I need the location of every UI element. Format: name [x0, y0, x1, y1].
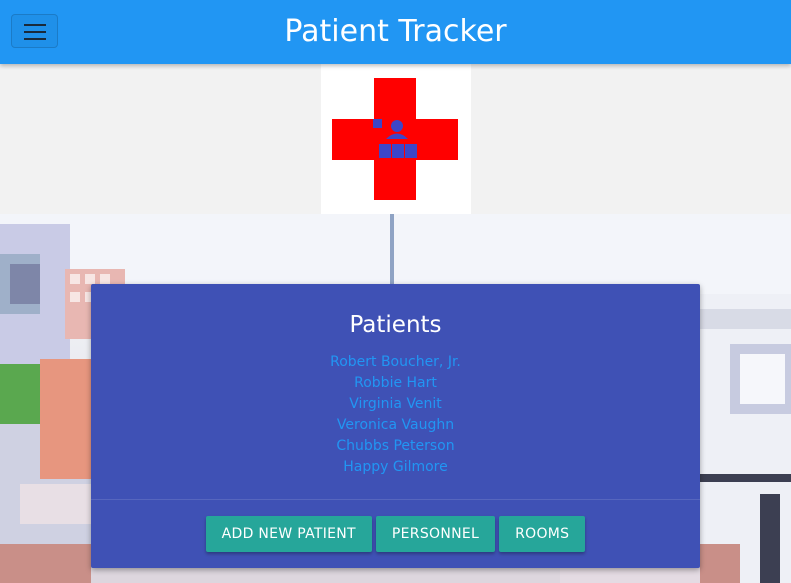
- patient-link[interactable]: Happy Gilmore: [343, 459, 448, 475]
- list-item: Happy Gilmore: [91, 455, 700, 476]
- red-cross-icon: [332, 78, 458, 200]
- add-new-patient-button[interactable]: ADD NEW PATIENT: [205, 516, 372, 552]
- logo-band: [0, 64, 791, 214]
- card-title: Patients: [349, 312, 442, 338]
- list-item: Robert Boucher, Jr.: [91, 350, 700, 371]
- patient-link[interactable]: Chubbs Peterson: [336, 438, 454, 454]
- patient-list: Robert Boucher, Jr. Robbie Hart Virginia…: [91, 350, 700, 476]
- patient-link[interactable]: Veronica Vaughn: [337, 417, 454, 433]
- red-cross-logo: [321, 64, 471, 214]
- card-actions: ADD NEW PATIENT PERSONNEL ROOMS: [91, 516, 700, 552]
- list-item: Virginia Venit: [91, 392, 700, 413]
- list-item: Robbie Hart: [91, 371, 700, 392]
- patient-link[interactable]: Virginia Venit: [349, 396, 442, 412]
- personnel-button[interactable]: PERSONNEL: [375, 516, 496, 552]
- top-navbar: Patient Tracker: [0, 0, 791, 64]
- list-item: Veronica Vaughn: [91, 413, 700, 434]
- rooms-button[interactable]: ROOMS: [499, 516, 586, 552]
- app-title: Patient Tracker: [284, 14, 507, 49]
- patient-link[interactable]: Robbie Hart: [354, 375, 437, 391]
- card-divider: [91, 499, 700, 500]
- list-item: Chubbs Peterson: [91, 434, 700, 455]
- patients-card: Patients Robert Boucher, Jr. Robbie Hart…: [91, 284, 700, 568]
- patient-link[interactable]: Robert Boucher, Jr.: [330, 354, 461, 370]
